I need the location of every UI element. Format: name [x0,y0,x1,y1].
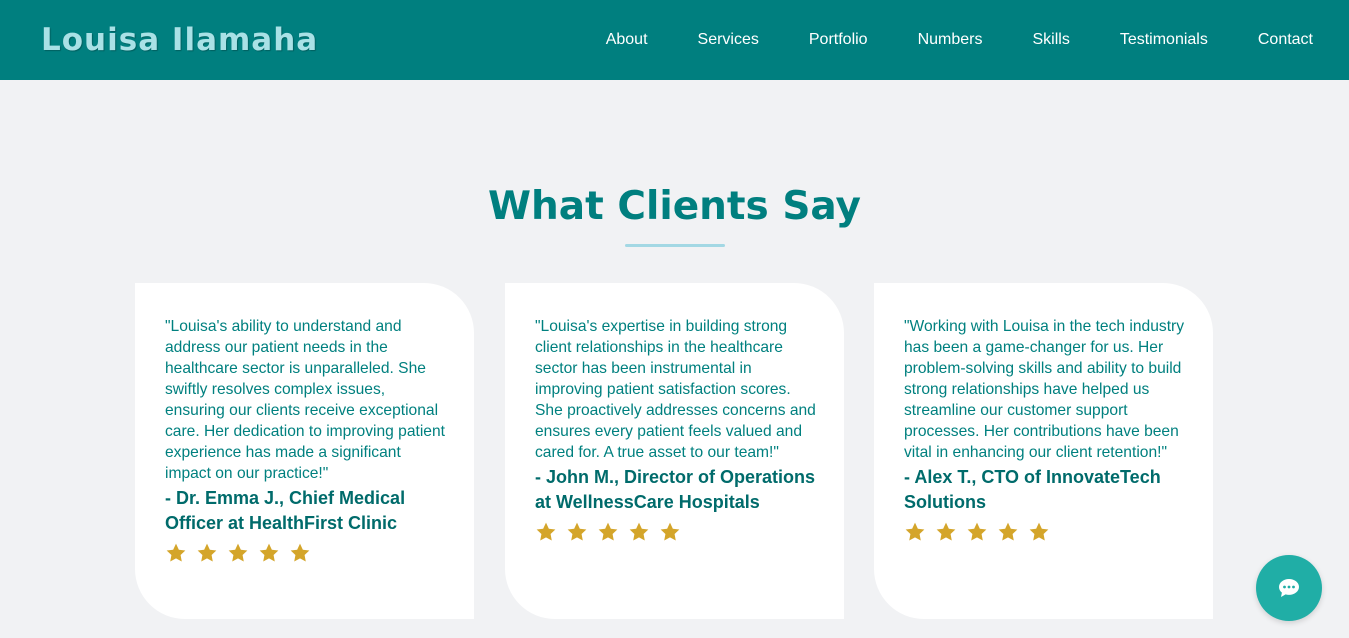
nav-portfolio[interactable]: Portfolio [809,31,868,49]
testimonial-author: - Alex T., CTO of InnovateTech Solutions [904,467,1161,512]
nav-contact[interactable]: Contact [1258,31,1313,49]
testimonial-quote: "Working with Louisa in the tech industr… [904,318,1185,461]
site-header: Louisa Ilamaha About Services Portfolio … [0,0,1349,80]
testimonial-author: - Dr. Emma J., Chief Medical Officer at … [165,488,406,533]
nav-numbers[interactable]: Numbers [918,31,983,49]
star-icon [165,542,187,564]
star-rating [904,521,1187,546]
star-rating [165,542,448,567]
star-icon [258,542,280,564]
star-icon [966,521,988,543]
star-icon [566,521,588,543]
testimonial-author: - John M., Director of Operations at Wel… [535,467,816,512]
section-title: What Clients Say [488,184,861,229]
testimonial-card: "Working with Louisa in the tech industr… [874,283,1213,619]
star-icon [659,521,681,543]
star-icon [196,542,218,564]
star-icon [628,521,650,543]
testimonial-card: "Louisa's ability to understand and addr… [135,283,474,619]
star-icon [1028,521,1050,543]
star-icon [597,521,619,543]
testimonial-quote: "Louisa's ability to understand and addr… [165,318,445,482]
nav-skills[interactable]: Skills [1032,31,1069,49]
nav-services[interactable]: Services [698,31,759,49]
star-icon [535,521,557,543]
star-icon [935,521,957,543]
testimonial-quote: "Louisa's expertise in building strong c… [535,318,816,461]
star-rating [535,521,818,546]
chat-bubble-icon [1278,578,1300,598]
chat-button[interactable] [1256,555,1322,621]
title-underline [625,244,725,247]
star-icon [227,542,249,564]
nav-testimonials[interactable]: Testimonials [1120,31,1208,49]
main-nav: About Services Portfolio Numbers Skills … [606,31,1313,49]
brand-logo[interactable]: Louisa Ilamaha [41,22,318,58]
star-icon [904,521,926,543]
nav-about[interactable]: About [606,31,648,49]
star-icon [289,542,311,564]
testimonial-card: "Louisa's expertise in building strong c… [505,283,844,619]
star-icon [997,521,1019,543]
